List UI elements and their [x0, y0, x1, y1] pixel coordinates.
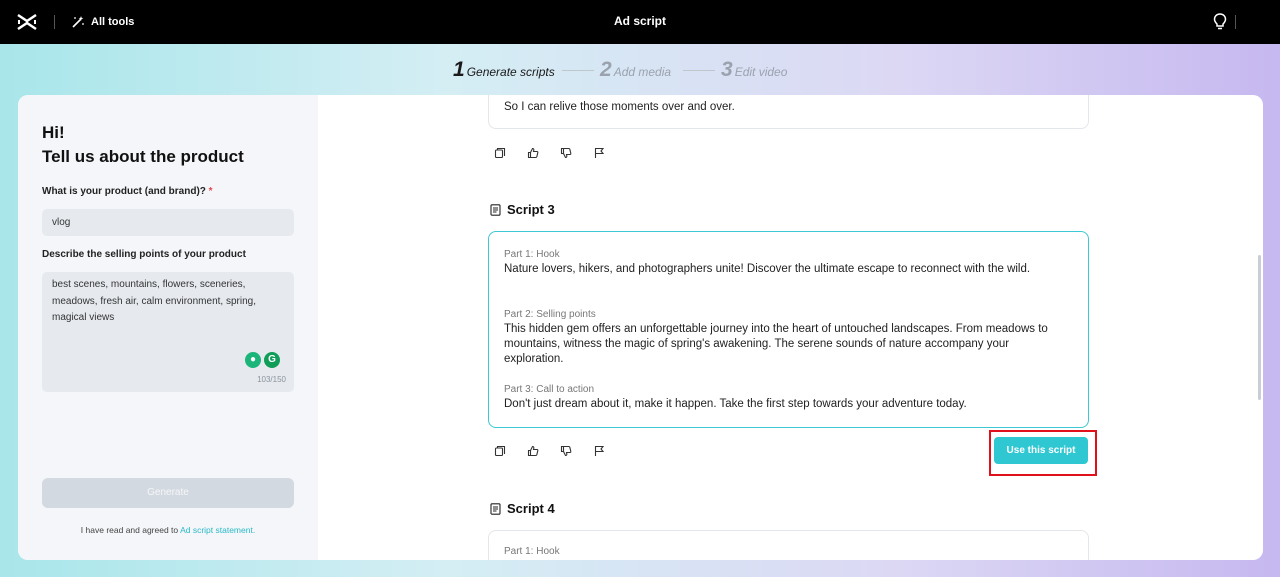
step-generate-scripts: 1 Generate scripts	[453, 58, 555, 82]
flag-icon[interactable]	[593, 445, 605, 457]
script-4-heading: Script 4	[490, 501, 555, 516]
greeting: Hi!	[42, 123, 65, 142]
product-field-label: What is your product (and brand)? *	[42, 186, 213, 197]
divider	[1235, 15, 1236, 29]
product-form-panel: Hi! Tell us about the product What is yo…	[18, 95, 318, 560]
grammarly-icon[interactable]: G	[264, 352, 280, 368]
step-number: 2	[600, 58, 612, 81]
script-2-actions	[494, 147, 605, 159]
scrollbar-thumb[interactable]	[1258, 255, 1261, 400]
page-title: Ad script	[613, 14, 666, 28]
step-number: 3	[721, 58, 733, 81]
script-3-selling-text: This hidden gem offers an unforgettable …	[504, 323, 1048, 365]
form-title: Tell us about the product	[42, 147, 244, 166]
script-4-card[interactable]: Part 1: Hook	[488, 530, 1089, 560]
step-label: Edit video	[734, 65, 788, 79]
document-icon	[490, 203, 501, 216]
step-number: 1	[453, 58, 465, 81]
script-4-title: Script 4	[507, 501, 555, 516]
ad-script-statement-link[interactable]: Ad script statement.	[180, 525, 255, 535]
copy-icon[interactable]	[494, 147, 506, 159]
script-3-selling-label: Part 2: Selling points	[504, 309, 596, 320]
character-counter: 103/150	[257, 375, 286, 384]
agreement-label: I have read and agreed to	[80, 525, 179, 535]
step-connector	[562, 70, 594, 71]
script-2-card[interactable]: So I can relive those moments over and o…	[488, 95, 1089, 129]
step-label: Add media	[613, 65, 672, 79]
step-connector	[683, 70, 715, 71]
thumbs-down-icon[interactable]	[560, 445, 572, 457]
selling-points-label: Describe the selling points of your prod…	[42, 249, 246, 260]
required-mark: *	[208, 186, 213, 197]
script-3-actions	[494, 445, 605, 457]
main-card: Hi! Tell us about the product What is yo…	[18, 95, 1263, 560]
thumbs-up-icon[interactable]	[527, 147, 539, 159]
selling-points-text: best scenes, mountains, flowers, sceneri…	[52, 279, 256, 323]
form-heading: Hi! Tell us about the product	[42, 121, 244, 169]
flag-icon[interactable]	[593, 147, 605, 159]
top-bar: All tools Ad script	[0, 0, 1280, 44]
copy-icon[interactable]	[494, 445, 506, 457]
script-3-hook-label: Part 1: Hook	[504, 249, 560, 260]
step-edit-video: 3 Edit video	[721, 58, 787, 82]
generate-button[interactable]: Generate	[42, 478, 294, 508]
use-this-script-button[interactable]: Use this script	[994, 437, 1088, 464]
script-3-cta-label: Part 3: Call to action	[504, 384, 595, 395]
progress-stepper: 1 Generate scripts 2 Add media 3 Edit vi…	[0, 58, 1280, 82]
script-3-cta-text: Don't just dream about it, make it happe…	[504, 398, 967, 410]
script-3-heading: Script 3	[490, 202, 555, 217]
script-3-hook-text: Nature lovers, hikers, and photographers…	[504, 263, 1031, 275]
product-label-text: What is your product (and brand)?	[42, 186, 206, 197]
step-label: Generate scripts	[466, 65, 555, 79]
thumbs-down-icon[interactable]	[560, 147, 572, 159]
script-4-hook-label: Part 1: Hook	[504, 546, 560, 557]
agreement-text: I have read and agreed to Ad script stat…	[18, 525, 318, 535]
selling-points-textarea[interactable]: best scenes, mountains, flowers, sceneri…	[42, 272, 294, 392]
suggestion-bulb-icon[interactable]: ●	[245, 352, 261, 368]
lightbulb-icon[interactable]	[1212, 12, 1228, 32]
thumbs-up-icon[interactable]	[527, 445, 539, 457]
assistant-icons: ● G	[245, 352, 280, 368]
product-input[interactable]	[42, 209, 294, 236]
script-3-title: Script 3	[507, 202, 555, 217]
script-2-tail-text: So I can relive those moments over and o…	[504, 101, 735, 113]
document-icon	[490, 502, 501, 515]
step-add-media: 2 Add media	[600, 58, 671, 82]
script-3-card[interactable]: Part 1: Hook Nature lovers, hikers, and …	[488, 231, 1089, 428]
